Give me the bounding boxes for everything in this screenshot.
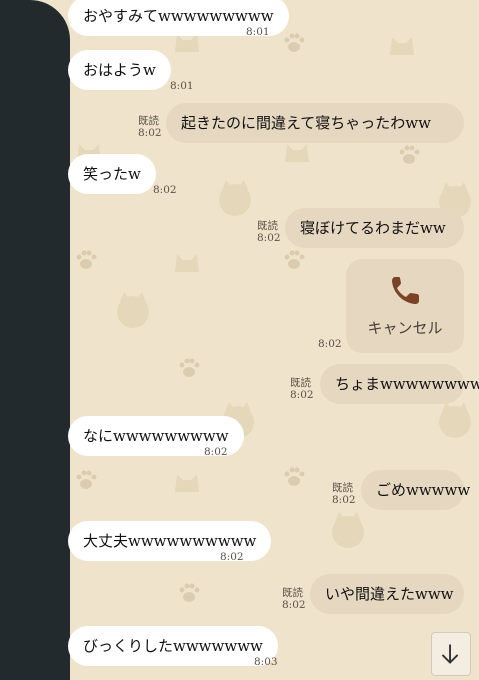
message-time: 8:01 <box>246 26 270 38</box>
message-bubble[interactable]: びっくりしたwwwwwww <box>68 626 278 666</box>
call-card[interactable]: キャンセル <box>346 259 464 353</box>
paw-print-icon <box>284 33 305 52</box>
call-cancel-label: キャンセル <box>367 319 443 337</box>
message-bubble[interactable]: ごめwwwww <box>361 470 470 510</box>
message-bubble[interactable]: 笑ったw <box>68 154 156 194</box>
character-illustration <box>219 180 251 216</box>
message-time: 8:02 <box>204 446 228 458</box>
message-time: 8:02 <box>332 494 356 506</box>
paw-print-icon <box>179 583 200 602</box>
paw-print-icon <box>76 470 97 489</box>
message-time: 8:02 <box>290 389 314 401</box>
arrow-down-icon <box>441 644 459 664</box>
cat-face-icon <box>390 37 414 55</box>
paw-print-icon <box>399 145 420 164</box>
message-bubble[interactable]: ちょまwwwwwwwww <box>320 364 479 404</box>
read-receipt: 既読 <box>290 377 311 389</box>
read-receipt: 既読 <box>282 587 303 599</box>
phone-icon <box>392 277 419 304</box>
character-illustration <box>117 292 149 328</box>
message-bubble[interactable]: 起きたのに間違えて寝ちゃったわww <box>166 103 464 143</box>
cat-face-icon <box>175 254 199 272</box>
character-illustration <box>439 402 471 438</box>
cat-face-icon <box>285 144 309 162</box>
paw-print-icon <box>284 467 305 486</box>
read-receipt: 既読 <box>257 220 278 232</box>
message-time: 8:03 <box>254 656 278 668</box>
scroll-to-bottom-button[interactable] <box>431 632 471 676</box>
paw-print-icon <box>76 250 97 269</box>
call-time: 8:02 <box>318 338 342 350</box>
cat-face-icon <box>175 474 199 492</box>
paw-print-icon <box>179 358 200 377</box>
message-time: 8:02 <box>282 599 306 611</box>
message-bubble[interactable]: 寝ぼけてるわまだww <box>285 208 464 248</box>
message-time: 8:02 <box>257 232 281 244</box>
read-receipt: 既読 <box>138 115 159 127</box>
character-illustration <box>332 512 364 548</box>
message-time: 8:02 <box>220 551 244 563</box>
message-bubble[interactable]: おはようw <box>68 50 171 90</box>
read-receipt: 既読 <box>332 482 353 494</box>
message-time: 8:01 <box>170 80 194 92</box>
message-time: 8:02 <box>138 127 162 139</box>
paw-print-icon <box>284 250 305 269</box>
message-bubble[interactable]: いや間違えたwww <box>310 574 464 614</box>
left-side-panel <box>0 0 70 680</box>
message-time: 8:02 <box>153 184 177 196</box>
